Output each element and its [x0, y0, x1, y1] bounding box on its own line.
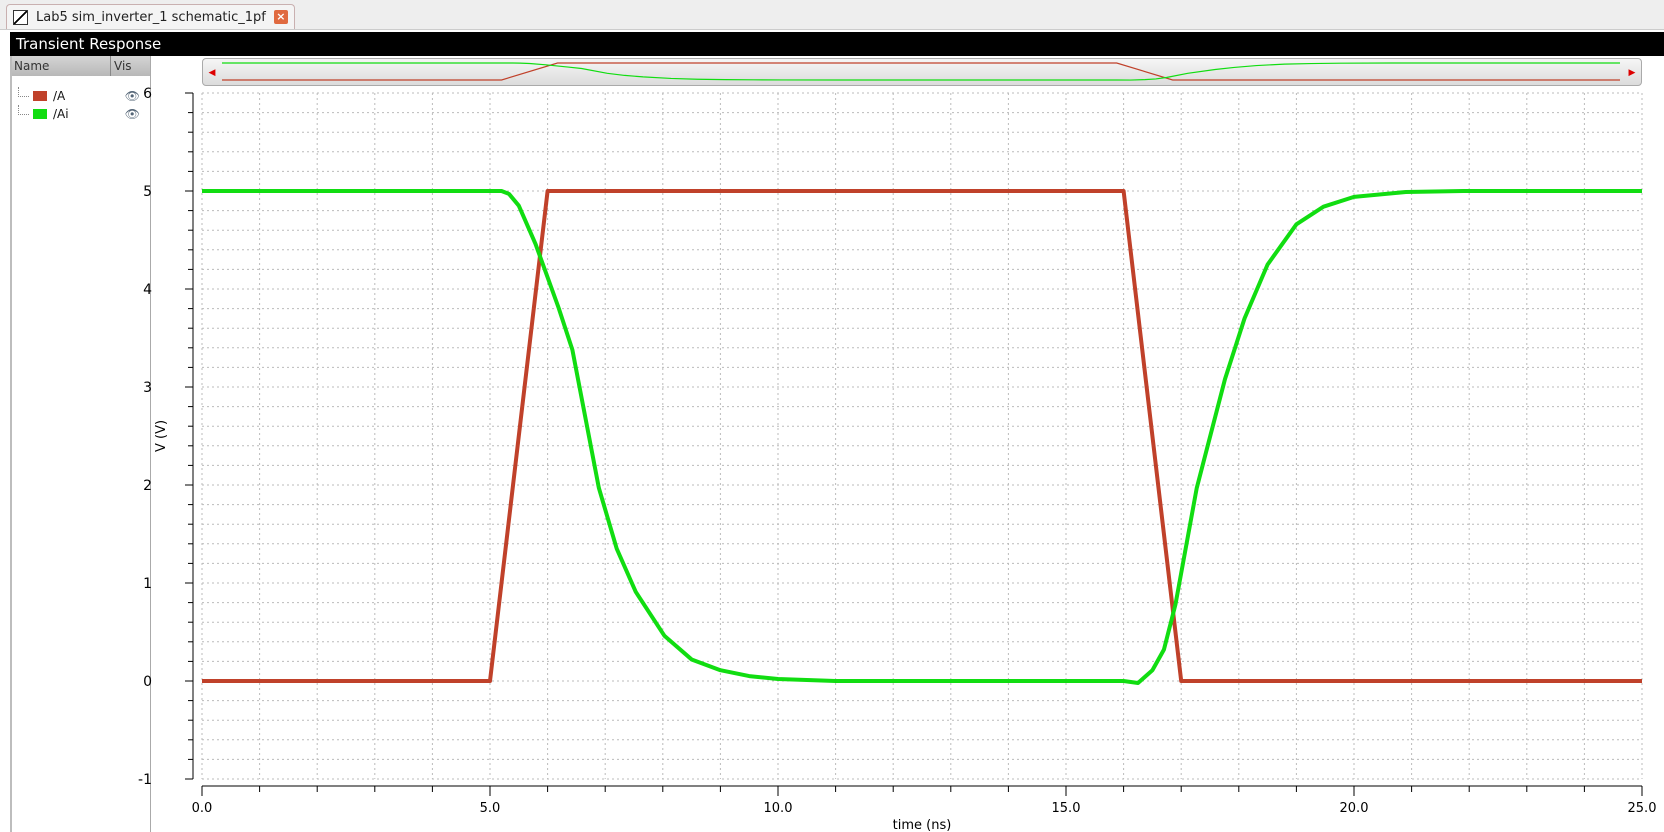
y-axis-label: V (V)	[154, 420, 169, 452]
y-tick-label: 3	[143, 380, 152, 396]
x-tick-label: 25.0	[1628, 801, 1657, 816]
y-tick-label: 2	[143, 478, 152, 494]
y-tick-label: 0	[143, 674, 152, 690]
y-tick-label: 4	[143, 282, 152, 298]
y-tick-label: 1	[143, 576, 152, 592]
series-line-a	[202, 189, 1642, 683]
waveform-plot[interactable]: -1 0 1 2 3 4 5 6 0.0 5.0 10.0 15.0 20.0 25.0 time (ns)…	[0, 0, 1664, 832]
x-tick-label: 0.0	[192, 801, 213, 816]
overview-line-ai	[222, 62, 1620, 81]
x-tick-label: 5.0	[480, 801, 501, 816]
x-tick-label: 20.0	[1340, 801, 1369, 816]
series-line-ai	[202, 189, 1642, 685]
x-tick-label: 15.0	[1052, 801, 1081, 816]
x-axis-label: time (ns)	[893, 818, 952, 832]
overview-line-a	[222, 62, 1620, 81]
y-tick-label: 5	[143, 184, 152, 200]
y-tick-label: -1	[138, 772, 152, 788]
x-tick-label: 10.0	[764, 801, 793, 816]
y-tick-label: 6	[143, 86, 152, 102]
